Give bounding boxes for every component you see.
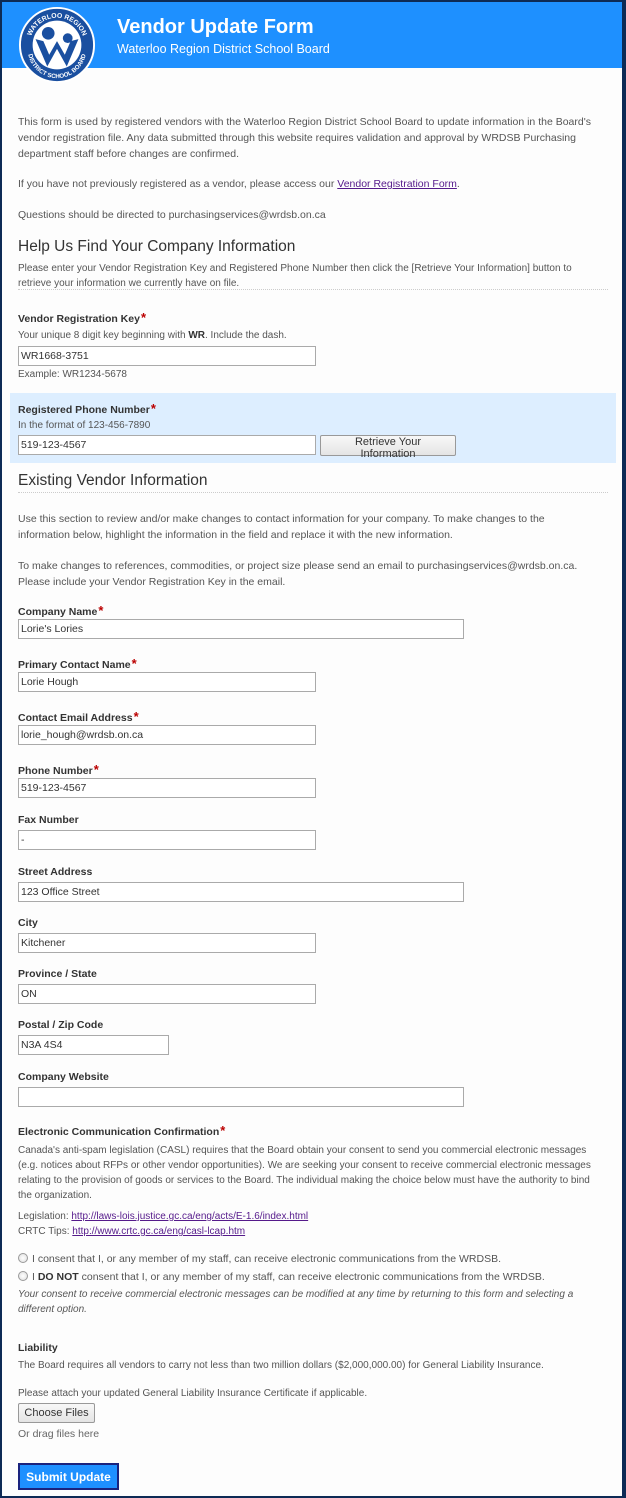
phone-number-label: Phone Number* (18, 762, 99, 777)
consent-option[interactable]: I consent that I, or any member of my st… (18, 1251, 501, 1267)
postal-code-label-text: Postal / Zip Code (18, 1019, 104, 1031)
city-label: City (18, 917, 38, 929)
submit-update-button[interactable]: Submit Update (18, 1463, 119, 1490)
retrieve-information-button[interactable]: Retrieve Your Information (320, 435, 456, 460)
required-icon: * (133, 709, 139, 724)
city-label-text: City (18, 917, 38, 929)
company-website-label-text: Company Website (18, 1071, 109, 1083)
required-icon: * (220, 1123, 226, 1138)
no-consent-option[interactable]: I DO NOT consent that I, or any member o… (18, 1269, 545, 1285)
registration-paragraph: If you have not previously registered as… (18, 176, 598, 192)
registration-key-hint: Your unique 8 digit key beginning with W… (18, 330, 287, 341)
registered-phone-label: Registered Phone Number* (18, 401, 156, 416)
company-name-label-text: Company Name (18, 606, 98, 618)
required-icon: * (131, 656, 137, 671)
contact-email-label-text: Contact Email Address (18, 712, 133, 724)
legislation-link[interactable]: http://laws-lois.justice.gc.ca/eng/acts/… (71, 1211, 308, 1222)
registered-phone-input[interactable]: 519-123-4567 (18, 435, 316, 455)
postal-code-label: Postal / Zip Code (18, 1019, 103, 1031)
find-section-description: Please enter your Vendor Registration Ke… (18, 263, 572, 289)
no-consent-option-label: consent that I, or any member of my staf… (78, 1271, 545, 1283)
no-consent-bold: DO NOT (37, 1271, 79, 1283)
consent-radio[interactable] (18, 1253, 28, 1263)
existing-section-heading: Existing Vendor Information (18, 472, 208, 489)
liability-label: Liability (18, 1342, 58, 1354)
hint-suffix: . Include the dash. (204, 330, 287, 341)
registration-text: If you have not previously registered as… (18, 178, 338, 190)
casl-description: Canada's anti-spam legislation (CASL) re… (18, 1145, 591, 1201)
questions-paragraph: Questions should be directed to purchasi… (18, 209, 326, 221)
legislation-line: Legislation: http://laws-lois.justice.gc… (18, 1209, 308, 1224)
registration-key-example: Example: WR1234-5678 (18, 369, 127, 380)
company-name-label: Company Name* (18, 603, 103, 618)
consent-option-label: I consent that I, or any member of my st… (32, 1253, 501, 1265)
phone-number-input[interactable]: 519-123-4567 (18, 778, 316, 798)
primary-contact-name-label: Primary Contact Name* (18, 656, 137, 671)
consent-note: Your consent to receive commercial elect… (18, 1289, 574, 1315)
existing-instructions: Use this section to review and/or make c… (18, 513, 545, 541)
company-website-label: Company Website (18, 1071, 109, 1083)
registered-phone-panel: Registered Phone Number* In the format o… (10, 393, 616, 463)
province-state-input[interactable]: ON (18, 984, 316, 1004)
intro-paragraph: This form is used by registered vendors … (18, 116, 591, 160)
required-icon: * (150, 401, 156, 416)
find-section-heading: Help Us Find Your Company Information (18, 238, 296, 255)
province-state-label: Province / State (18, 968, 97, 980)
phone-number-label-text: Phone Number (18, 765, 93, 777)
choose-files-button[interactable]: Choose Files (18, 1403, 95, 1423)
primary-contact-name-label-text: Primary Contact Name (18, 659, 131, 671)
registration-suffix: . (456, 178, 460, 190)
contact-email-label: Contact Email Address* (18, 709, 139, 724)
drag-files-hint[interactable]: Or drag files here (18, 1428, 99, 1440)
required-icon: * (93, 762, 99, 777)
liability-description: The Board requires all vendors to carry … (18, 1360, 544, 1371)
page-frame: WATERLOO REGION DISTRICT SCHOOL BOARD Ve… (2, 2, 622, 1496)
hint-bold: WR (188, 330, 205, 341)
fax-number-label: Fax Number (18, 814, 79, 826)
postal-code-input[interactable]: N3A 4S4 (18, 1035, 169, 1055)
hint-prefix: Your unique 8 digit key beginning with (18, 330, 189, 341)
contact-email-input[interactable]: lorie_hough@wrdsb.on.ca (18, 725, 316, 745)
casl-label: Electronic Communication Confirmation* (18, 1123, 225, 1138)
fax-number-input[interactable]: - (18, 830, 316, 850)
registered-phone-hint: In the format of 123-456-7890 (18, 420, 151, 431)
street-address-input[interactable]: 123 Office Street (18, 882, 464, 902)
province-state-label-text: Province / State (18, 968, 97, 980)
page-header: WATERLOO REGION DISTRICT SCHOOL BOARD Ve… (2, 2, 622, 84)
primary-contact-name-input[interactable]: Lorie Hough (18, 672, 316, 692)
required-icon: * (140, 310, 147, 325)
wrdsb-logo-icon: WATERLOO REGION DISTRICT SCHOOL BOARD (18, 6, 96, 84)
fax-number-label-text: Fax Number (18, 814, 79, 826)
vendor-registration-link[interactable]: Vendor Registration Form (337, 178, 457, 190)
casl-label-text: Electronic Communication Confirmation (18, 1126, 220, 1138)
crtc-tips-link[interactable]: http://www.crtc.gc.ca/eng/casl-lcap.htm (72, 1226, 245, 1237)
company-name-input[interactable]: Lorie's Lories (18, 619, 464, 639)
crtc-line: CRTC Tips: http://www.crtc.gc.ca/eng/cas… (18, 1224, 245, 1239)
company-website-input[interactable] (18, 1087, 464, 1107)
registration-key-label: Vendor Registration Key* (18, 310, 146, 325)
required-icon: * (98, 603, 104, 618)
attach-instructions: Please attach your updated General Liabi… (18, 1388, 368, 1399)
page-title: Vendor Update Form (117, 16, 314, 38)
legislation-label: Legislation: (18, 1211, 72, 1222)
street-address-label-text: Street Address (18, 866, 93, 878)
page-subtitle: Waterloo Region District School Board (117, 42, 330, 56)
city-input[interactable]: Kitchener (18, 933, 316, 953)
crtc-label: CRTC Tips: (18, 1226, 73, 1237)
existing-email-instructions: To make changes to references, commoditi… (18, 560, 578, 588)
section-divider (18, 492, 608, 493)
street-address-label: Street Address (18, 866, 92, 878)
registration-key-label-text: Vendor Registration Key (18, 313, 140, 325)
registration-key-input[interactable]: WR1668-3751 (18, 346, 316, 366)
registered-phone-label-text: Registered Phone Number (18, 404, 150, 416)
no-consent-radio[interactable] (18, 1271, 28, 1281)
